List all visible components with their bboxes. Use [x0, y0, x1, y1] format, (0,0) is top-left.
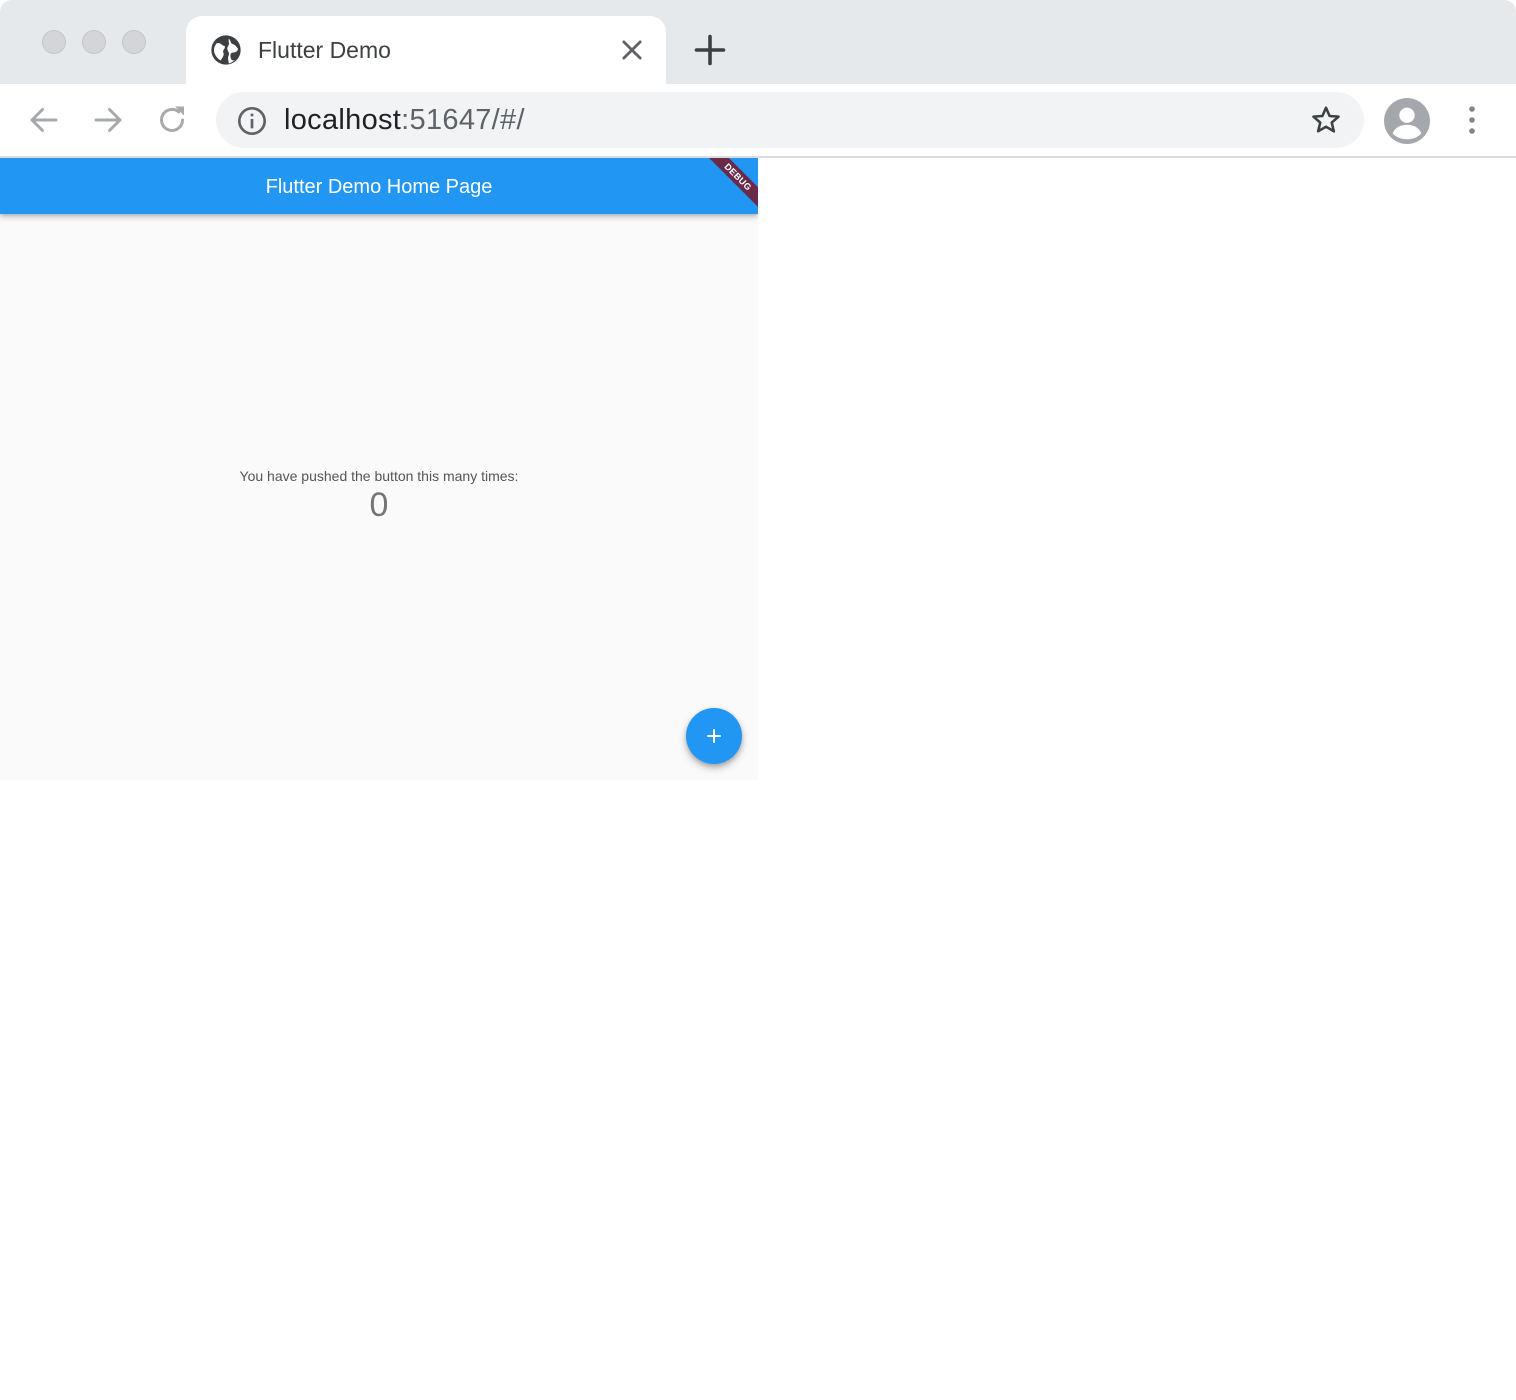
counter-value: 0 — [369, 486, 389, 524]
globe-icon — [211, 35, 241, 65]
window-zoom-button[interactable] — [122, 30, 146, 54]
url-path: :51647/#/ — [401, 104, 525, 136]
url-host: localhost — [284, 104, 402, 136]
browser-tab-active[interactable]: Flutter Demo — [186, 16, 666, 84]
flutter-app-viewport: Flutter Demo Home Page DEBUG You have pu… — [0, 158, 758, 780]
browser-tabstrip: Flutter Demo — [0, 0, 1516, 84]
back-arrow-icon[interactable] — [26, 102, 62, 138]
tab-title: Flutter Demo — [258, 37, 391, 63]
profile-avatar-icon[interactable] — [1384, 98, 1430, 144]
more-vert-icon[interactable] — [1458, 102, 1486, 138]
bookmark-star-icon[interactable] — [1310, 104, 1342, 136]
app-bar-title: Flutter Demo Home Page — [265, 176, 493, 198]
browser-toolbar: localhost:51647/#/ — [0, 84, 1516, 156]
new-tab-icon[interactable] — [692, 32, 728, 68]
forward-arrow-icon[interactable] — [90, 102, 126, 138]
url-text[interactable]: localhost:51647/#/ — [284, 104, 525, 136]
address-bar[interactable]: localhost:51647/#/ — [216, 92, 1364, 148]
add-icon — [707, 729, 721, 743]
app-bar: Flutter Demo Home Page — [0, 158, 758, 214]
window-close-button[interactable] — [42, 30, 66, 54]
info-icon[interactable] — [236, 105, 268, 137]
close-tab-icon[interactable] — [618, 36, 646, 64]
reload-icon[interactable] — [154, 102, 190, 138]
window-minimize-button[interactable] — [82, 30, 106, 54]
increment-fab-button[interactable] — [686, 708, 742, 764]
counter-label: You have pushed the button this many tim… — [239, 468, 519, 484]
